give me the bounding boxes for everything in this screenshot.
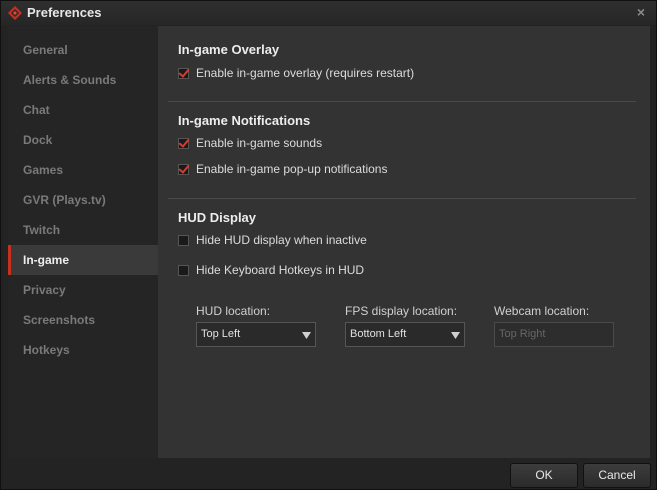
section-title-hud: HUD Display — [178, 210, 257, 225]
preferences-window: Preferences × General Alerts & Sounds Ch… — [0, 0, 657, 490]
hide-hotkeys-checkbox[interactable] — [178, 264, 189, 276]
settings-panel: In-game Overlay Enable in-game overlay (… — [158, 26, 650, 458]
enable-popups-checkbox-row[interactable]: Enable in-game pop-up notifications — [178, 161, 387, 177]
sidebar-item-chat[interactable]: Chat — [8, 95, 158, 125]
sidebar-item-alerts-sounds[interactable]: Alerts & Sounds — [8, 65, 158, 95]
sidebar-item-in-game[interactable]: In-game — [8, 245, 158, 275]
chevron-down-icon[interactable] — [302, 332, 311, 339]
webcam-location-value: Top Right — [499, 328, 546, 340]
hud-location-label: HUD location: — [196, 304, 271, 318]
enable-popups-label[interactable]: Enable in-game pop-up notifications — [196, 162, 387, 176]
hide-hud-inactive-checkbox-row[interactable]: Hide HUD display when inactive — [178, 232, 367, 248]
sidebar-item-twitch[interactable]: Twitch — [8, 215, 158, 245]
enable-overlay-label[interactable]: Enable in-game overlay (requires restart… — [196, 66, 414, 80]
sidebar-item-screenshots[interactable]: Screenshots — [8, 305, 158, 335]
enable-popups-checkbox[interactable] — [178, 163, 189, 175]
window-title: Preferences — [27, 5, 102, 20]
enable-sounds-checkbox-row[interactable]: Enable in-game sounds — [178, 135, 322, 151]
sidebar-item-gvr[interactable]: GVR (Plays.tv) — [8, 185, 158, 215]
fps-location-value[interactable]: Bottom Left — [350, 328, 406, 340]
ok-button[interactable]: OK — [510, 463, 578, 488]
hide-hotkeys-label[interactable]: Hide Keyboard Hotkeys in HUD — [196, 263, 364, 277]
section-divider — [168, 198, 636, 199]
title-bar: Preferences × — [1, 1, 656, 25]
fps-location-label: FPS display location: — [345, 304, 458, 318]
sidebar-item-hotkeys[interactable]: Hotkeys — [8, 335, 158, 365]
hud-location-dropdown[interactable]: Top Left — [196, 322, 316, 347]
hide-hotkeys-checkbox-row[interactable]: Hide Keyboard Hotkeys in HUD — [178, 262, 364, 278]
hud-location-value[interactable]: Top Left — [201, 328, 240, 340]
sidebar-item-privacy[interactable]: Privacy — [8, 275, 158, 305]
section-title-overlay: In-game Overlay — [178, 42, 280, 57]
cancel-button[interactable]: Cancel — [583, 463, 651, 488]
webcam-location-dropdown: Top Right — [494, 322, 614, 347]
raptr-logo-icon — [8, 6, 22, 20]
close-icon[interactable]: × — [637, 4, 645, 20]
sidebar-item-games[interactable]: Games — [8, 155, 158, 185]
chevron-down-icon[interactable] — [451, 332, 460, 339]
close-button[interactable]: × — [634, 5, 648, 19]
enable-overlay-checkbox-row[interactable]: Enable in-game overlay (requires restart… — [178, 65, 414, 81]
hide-hud-inactive-checkbox[interactable] — [178, 234, 189, 246]
enable-sounds-label[interactable]: Enable in-game sounds — [196, 136, 322, 150]
section-title-notifications: In-game Notifications — [178, 113, 311, 128]
sidebar-item-dock[interactable]: Dock — [8, 125, 158, 155]
enable-overlay-checkbox[interactable] — [178, 67, 189, 79]
sidebar-nav: General Alerts & Sounds Chat Dock Games … — [8, 26, 158, 458]
webcam-location-label: Webcam location: — [494, 304, 590, 318]
section-divider — [168, 101, 636, 102]
fps-location-dropdown[interactable]: Bottom Left — [345, 322, 465, 347]
enable-sounds-checkbox[interactable] — [178, 137, 189, 149]
sidebar-item-general[interactable]: General — [8, 35, 158, 65]
hide-hud-inactive-label[interactable]: Hide HUD display when inactive — [196, 233, 367, 247]
